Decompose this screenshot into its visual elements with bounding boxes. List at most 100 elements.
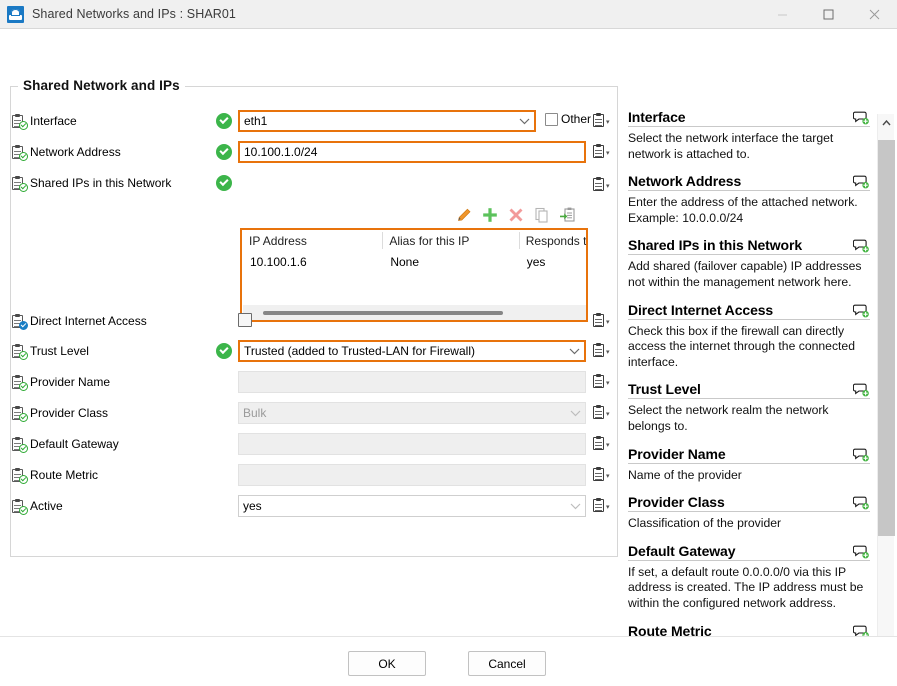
help-body-direct-internet-access: Check this box if the firewall can direc… <box>628 323 855 369</box>
label-provider-class: Provider Class <box>12 402 108 424</box>
help-panel: Interface Select the network interface t… <box>628 109 870 649</box>
shared-ips-clipboard-menu[interactable]: ▾ <box>593 174 615 194</box>
trust-level-combobox[interactable]: Trusted (added to Trusted-LAN for Firewa… <box>238 340 586 362</box>
window-title: Shared Networks and IPs : SHAR01 <box>32 7 236 21</box>
scroll-up-button[interactable] <box>878 114 895 131</box>
help-heading-network-address: Network Address <box>628 173 870 192</box>
help-body-network-address: Enter the address of the attached networ… <box>628 195 858 225</box>
chevron-down-icon <box>569 500 581 512</box>
network-address-input[interactable]: 10.100.1.0/24 <box>238 141 586 163</box>
clipboard-icon <box>593 343 605 357</box>
clipboard-icon <box>593 144 605 158</box>
ok-button[interactable]: OK <box>348 651 426 676</box>
edit-icon[interactable] <box>455 206 473 224</box>
maximize-button[interactable] <box>805 0 851 28</box>
app-icon <box>7 5 24 23</box>
interface-combobox[interactable]: eth1 <box>238 110 536 132</box>
clipboard-green-check-icon <box>12 436 28 453</box>
table-column-header[interactable]: Alias for this IP <box>382 230 518 254</box>
clipboard-green-check-icon <box>12 175 28 192</box>
form-row-default-gateway: Default Gateway ▾ <box>0 433 610 455</box>
copy-icon[interactable] <box>533 206 551 224</box>
label-active: Active <box>12 495 63 517</box>
delete-icon[interactable] <box>507 206 525 224</box>
interface-clipboard-menu[interactable]: ▾ <box>593 110 615 130</box>
paste-icon[interactable] <box>559 206 577 224</box>
dialog-footer: OK Cancel <box>0 636 897 686</box>
clipboard-icon <box>593 113 605 127</box>
label-route-metric: Route Metric <box>12 464 98 486</box>
minimize-button[interactable] <box>759 0 805 28</box>
valid-check-icon-interface <box>216 113 232 129</box>
chevron-down-icon: ▾ <box>606 318 610 326</box>
chevron-down-icon: ▾ <box>606 118 610 126</box>
clipboard-green-check-icon <box>12 374 28 391</box>
help-heading-provider-class: Provider Class <box>628 494 870 513</box>
other-checkbox[interactable] <box>545 113 558 126</box>
clipboard-green-check-icon <box>12 498 28 515</box>
trust-level-clipboard-menu[interactable]: ▾ <box>593 340 615 360</box>
table-column-header[interactable]: Responds to <box>518 230 586 254</box>
cancel-button[interactable]: Cancel <box>468 651 546 676</box>
provider-class-clipboard-menu[interactable]: ▾ <box>593 402 615 422</box>
valid-check-icon-shared-ips <box>216 175 232 191</box>
clipboard-icon <box>593 436 605 450</box>
active-clipboard-menu[interactable]: ▾ <box>593 495 615 515</box>
help-body-provider-name: Name of the provider <box>628 467 742 482</box>
add-icon[interactable] <box>481 206 499 224</box>
cell-responds-to: yes <box>526 255 546 269</box>
chevron-down-icon <box>568 345 580 357</box>
help-body-default-gateway: If set, a default route 0.0.0.0/0 via th… <box>628 564 864 610</box>
label-interface: Interface <box>12 110 77 132</box>
route-metric-input <box>238 464 586 486</box>
scrollbar-thumb[interactable] <box>878 140 895 536</box>
clipboard-green-check-icon <box>12 405 28 422</box>
direct-internet-access-clipboard-menu[interactable]: ▾ <box>593 310 615 330</box>
comment-add-icon[interactable] <box>852 545 870 559</box>
help-body-interface: Select the network interface the target … <box>628 131 834 161</box>
chevron-down-icon: ▾ <box>606 182 610 190</box>
cell-ip-address: 10.100.1.6 <box>250 255 307 269</box>
chevron-down-icon: ▾ <box>606 379 610 387</box>
help-body-trust-level: Select the network realm the network bel… <box>628 403 829 433</box>
label-network-address: Network Address <box>12 141 121 163</box>
help-body-shared-ips: Add shared (failover capable) IP address… <box>628 259 862 289</box>
comment-add-icon[interactable] <box>852 239 870 253</box>
default-gateway-input <box>238 433 586 455</box>
help-scrollbar[interactable] <box>877 114 895 649</box>
help-heading-interface: Interface <box>628 109 870 127</box>
title-bar: Shared Networks and IPs : SHAR01 <box>0 0 897 29</box>
comment-add-icon[interactable] <box>852 496 870 510</box>
table-column-header[interactable]: IP Address <box>242 230 382 254</box>
form-row-trust-level: Trust Level Trusted (added to Trusted-LA… <box>0 340 610 362</box>
shared-ips-table[interactable]: IP Address Alias for this IP Responds to… <box>240 228 588 322</box>
close-button[interactable] <box>851 0 897 28</box>
comment-add-icon[interactable] <box>852 448 870 462</box>
window-controls <box>759 0 897 28</box>
route-metric-clipboard-menu[interactable]: ▾ <box>593 464 615 484</box>
comment-add-icon[interactable] <box>852 383 870 397</box>
cell-alias: None <box>390 255 420 269</box>
clipboard-icon <box>593 177 605 191</box>
active-combobox[interactable]: yes <box>238 495 586 517</box>
table-header-row: IP Address Alias for this IP Responds to <box>242 230 586 254</box>
help-heading-trust-level: Trust Level <box>628 381 870 400</box>
network-address-clipboard-menu[interactable]: ▾ <box>593 141 615 161</box>
comment-add-icon[interactable] <box>852 175 870 189</box>
chevron-down-icon: ▾ <box>606 348 610 356</box>
provider-name-input <box>238 371 586 393</box>
label-direct-internet-access: Direct Internet Access <box>12 310 147 332</box>
chevron-down-icon <box>518 115 530 127</box>
clipboard-icon <box>593 405 605 419</box>
table-row[interactable]: 10.100.1.6 None yes <box>242 254 586 274</box>
form-row-provider-name: Provider Name ▾ <box>0 371 610 393</box>
help-body-provider-class: Classification of the provider <box>628 516 782 531</box>
provider-name-clipboard-menu[interactable]: ▾ <box>593 371 615 391</box>
dialog-content: Shared Network and IPs Interface eth1 Ot… <box>0 29 897 649</box>
comment-add-icon[interactable] <box>852 304 870 318</box>
comment-add-icon[interactable] <box>852 111 870 125</box>
direct-internet-access-checkbox[interactable] <box>238 313 252 327</box>
default-gateway-clipboard-menu[interactable]: ▾ <box>593 433 615 453</box>
chevron-down-icon: ▾ <box>606 149 610 157</box>
clipboard-icon <box>593 467 605 481</box>
